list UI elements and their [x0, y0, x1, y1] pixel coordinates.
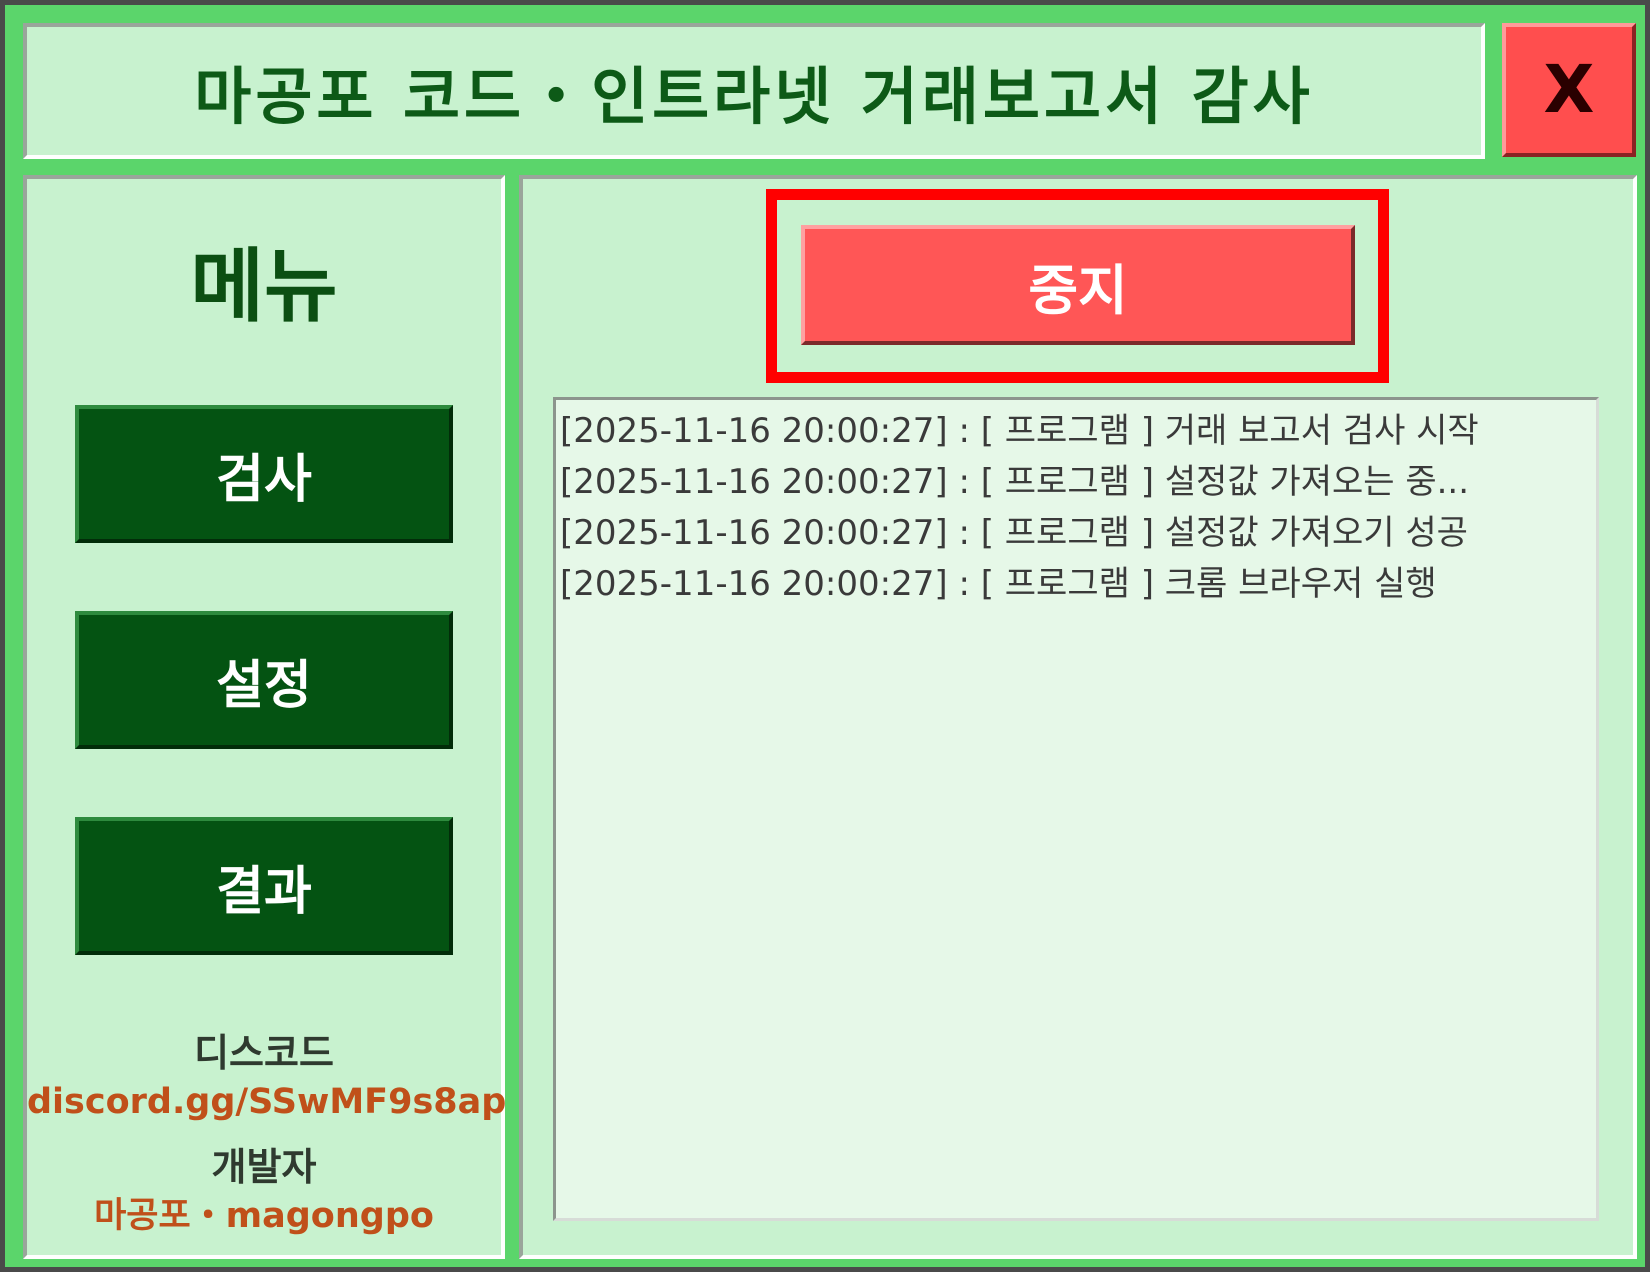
sidebar-menu: 메뉴 검사 설정 결과 디스코드 discord.gg/SSwMF9s8ap 개…: [23, 175, 506, 1259]
log-line: [2025-11-16 20:00:27] : [ 프로그램 ] 설정값 가져오…: [560, 462, 1470, 502]
app-window: 마공포 코드・인트라넷 거래보고서 감사 X 메뉴 검사 설정 결과 디스코드 …: [0, 0, 1650, 1272]
settings-button[interactable]: 설정: [75, 611, 453, 749]
close-button[interactable]: X: [1502, 23, 1636, 157]
log-line: [2025-11-16 20:00:27] : [ 프로그램 ] 설정값 가져오…: [560, 513, 1468, 553]
app-title: 마공포 코드・인트라넷 거래보고서 감사: [194, 60, 1314, 133]
scan-button[interactable]: 검사: [75, 405, 453, 543]
log-line: [2025-11-16 20:00:27] : [ 프로그램 ] 크롬 브라우저…: [560, 564, 1437, 604]
menu-title: 메뉴: [190, 240, 338, 333]
discord-link[interactable]: discord.gg/SSwMF9s8ap: [27, 1081, 506, 1123]
main-panel: 중지 [2025-11-16 20:00:27] : [ 프로그램 ] 거래 보…: [519, 175, 1637, 1259]
developer-name: 마공포・magongpo: [94, 1196, 434, 1236]
results-button[interactable]: 결과: [75, 817, 453, 955]
stop-button[interactable]: 중지: [801, 225, 1355, 345]
discord-label: 디스코드: [194, 1031, 334, 1075]
log-output[interactable]: [2025-11-16 20:00:27] : [ 프로그램 ] 거래 보고서 …: [553, 397, 1599, 1221]
developer-label: 개발자: [211, 1145, 317, 1189]
close-icon: X: [1543, 51, 1595, 128]
log-line: [2025-11-16 20:00:27] : [ 프로그램 ] 거래 보고서 …: [560, 411, 1479, 451]
title-bar: 마공포 코드・인트라넷 거래보고서 감사: [23, 23, 1485, 159]
